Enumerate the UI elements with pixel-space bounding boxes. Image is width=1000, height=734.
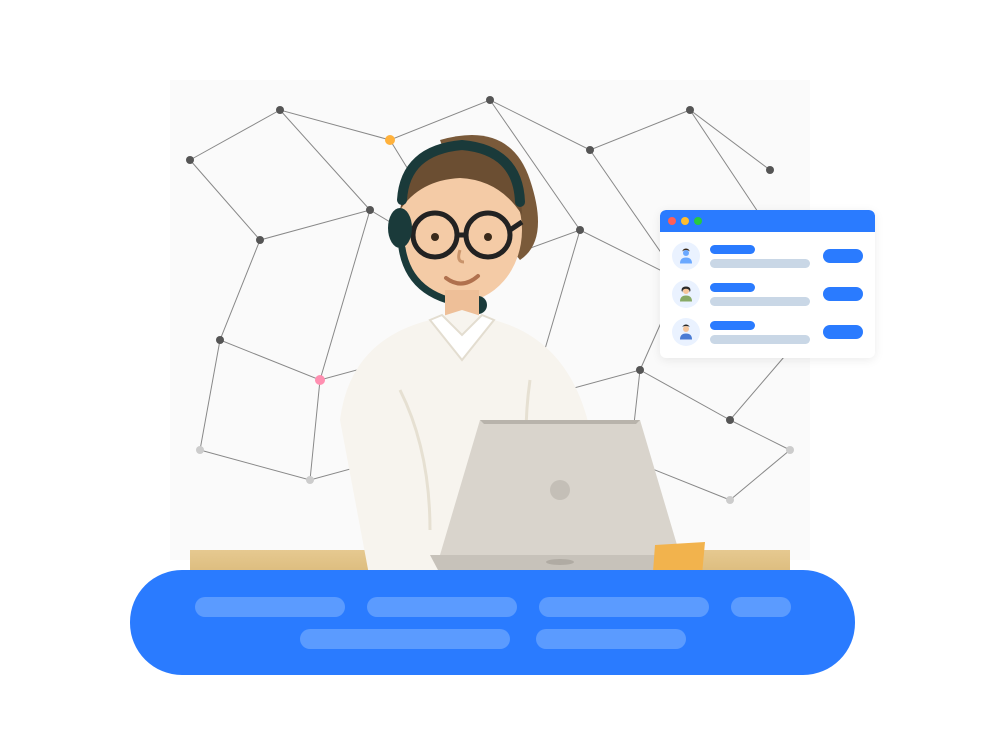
placeholder-line bbox=[710, 245, 755, 254]
contact-row bbox=[672, 280, 863, 308]
window-min-dot bbox=[681, 217, 689, 225]
contact-row bbox=[672, 318, 863, 346]
hero-illustration bbox=[130, 80, 855, 660]
status-badge bbox=[823, 287, 863, 301]
contact-list bbox=[660, 232, 875, 358]
placeholder-line bbox=[710, 259, 810, 268]
window-titlebar bbox=[660, 210, 875, 232]
avatar-icon bbox=[672, 280, 700, 308]
placeholder-line bbox=[710, 283, 755, 292]
contact-row bbox=[672, 242, 863, 270]
abstract-text-bar bbox=[130, 570, 855, 675]
status-badge bbox=[823, 249, 863, 263]
placeholder-segment bbox=[367, 597, 517, 617]
status-badge bbox=[823, 325, 863, 339]
placeholder-line bbox=[710, 297, 810, 306]
contact-list-window bbox=[660, 210, 875, 358]
avatar-icon bbox=[672, 318, 700, 346]
placeholder-line bbox=[710, 321, 755, 330]
placeholder-segment bbox=[731, 597, 791, 617]
avatar-icon bbox=[672, 242, 700, 270]
placeholder-segment bbox=[195, 597, 345, 617]
placeholder-segment bbox=[536, 629, 686, 649]
window-close-dot bbox=[668, 217, 676, 225]
placeholder-segment bbox=[539, 597, 709, 617]
placeholder-segment bbox=[300, 629, 510, 649]
placeholder-line bbox=[710, 335, 810, 344]
window-max-dot bbox=[694, 217, 702, 225]
